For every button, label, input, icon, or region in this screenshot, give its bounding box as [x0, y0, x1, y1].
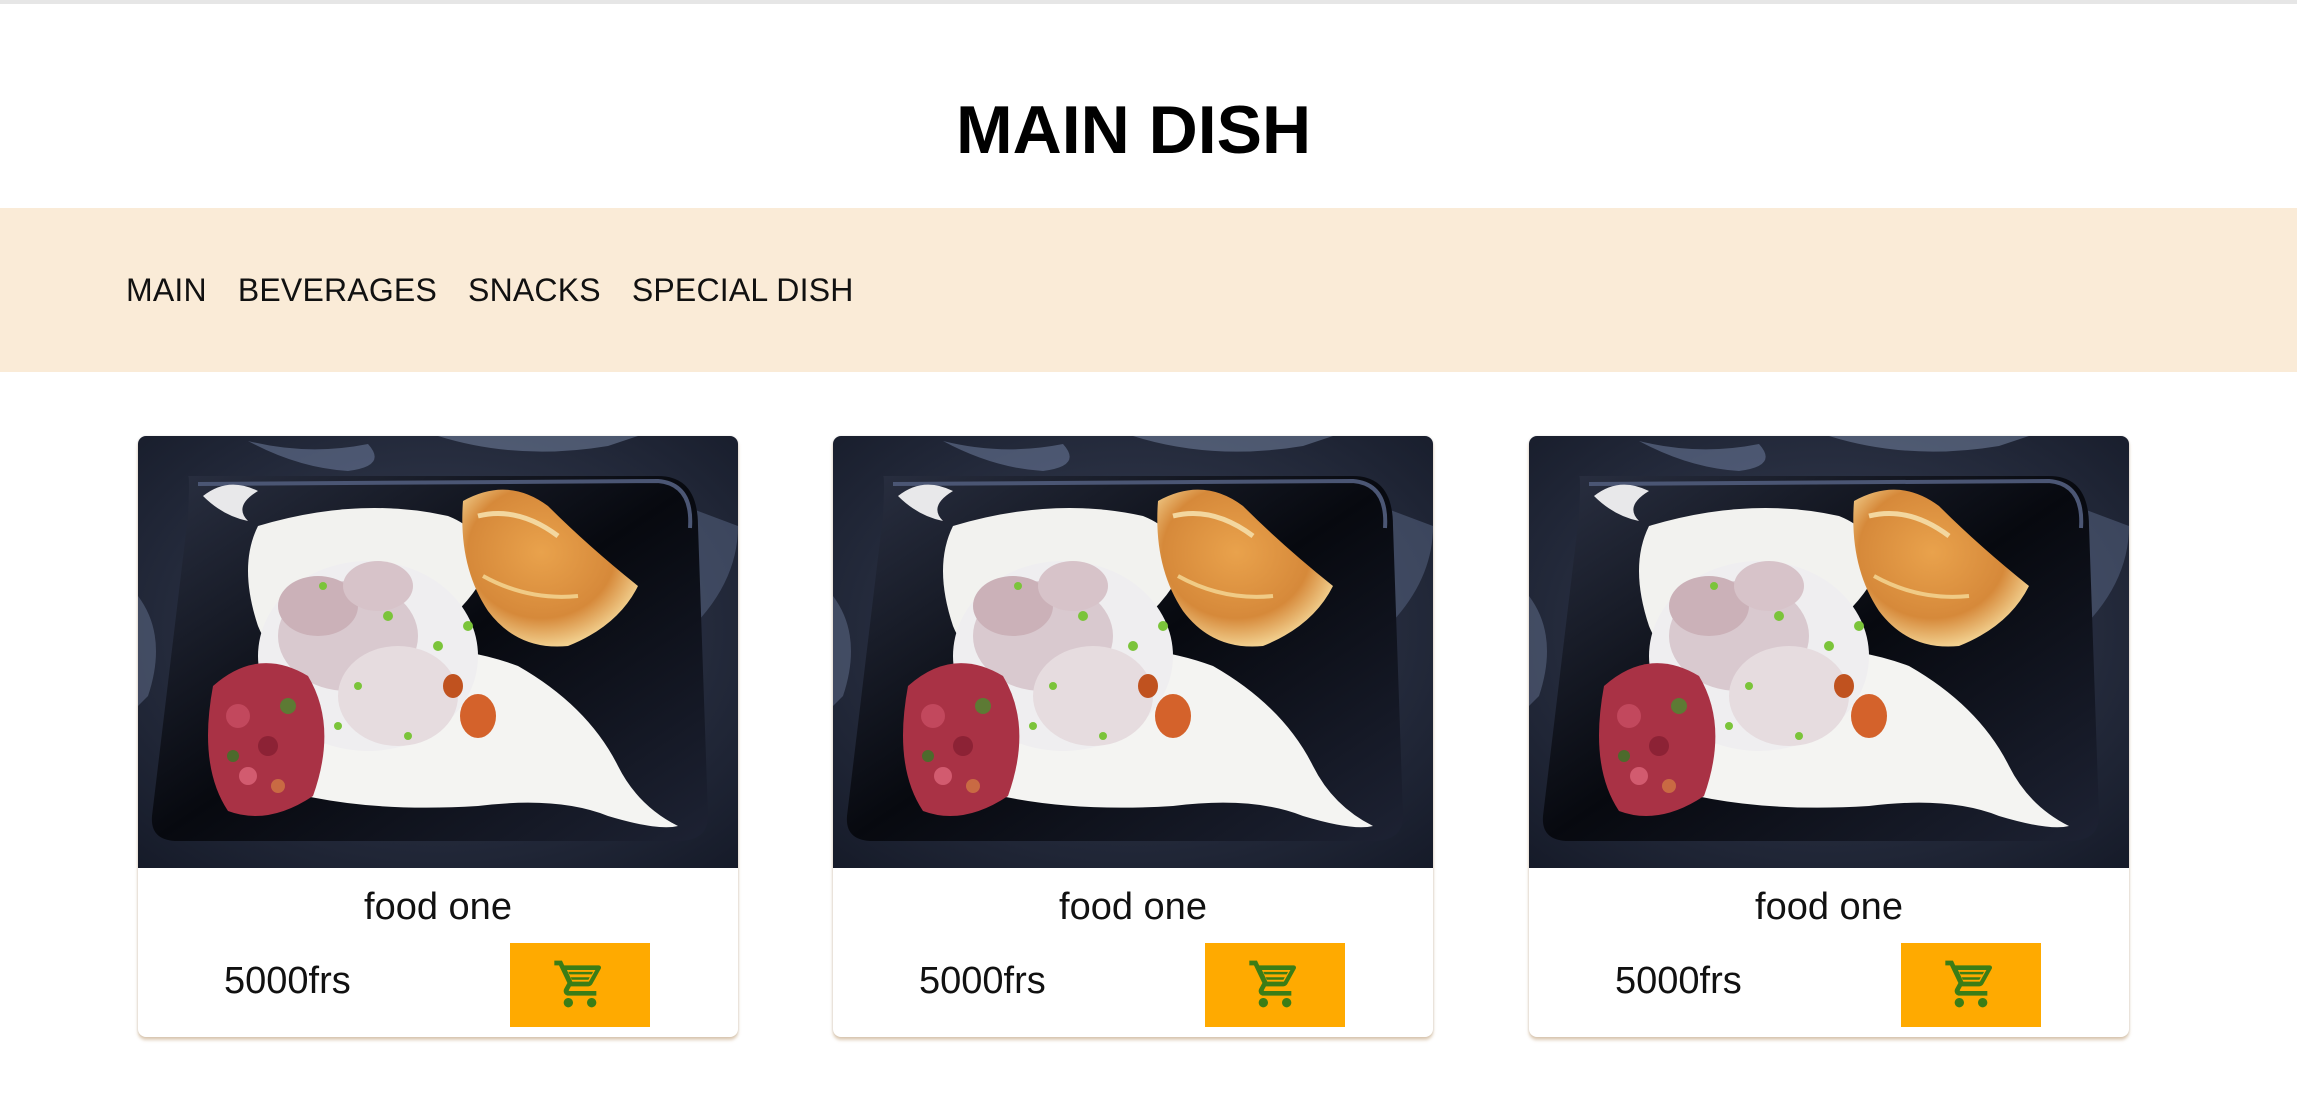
nav-item-snacks[interactable]: SNACKS	[468, 272, 601, 309]
nav-item-main[interactable]: MAIN	[126, 272, 207, 309]
food-image	[833, 436, 1433, 868]
add-to-cart-button[interactable]	[1901, 943, 2041, 1027]
category-nav: MAIN BEVERAGES SNACKS SPECIAL DISH	[0, 208, 2297, 372]
product-name: food one	[364, 886, 512, 928]
product-card: food one 5000frs	[833, 436, 1433, 1037]
product-name: food one	[1755, 886, 1903, 928]
add-to-cart-button[interactable]	[1205, 943, 1345, 1027]
product-price: 5000frs	[224, 960, 351, 1002]
product-price: 5000frs	[1615, 960, 1742, 1002]
product-card: food one 5000frs	[138, 436, 738, 1037]
product-name: food one	[1059, 886, 1207, 928]
food-image	[1529, 436, 2129, 868]
cart-icon	[1943, 956, 1999, 1015]
food-image	[138, 436, 738, 868]
page-title: MAIN DISH	[955, 92, 1312, 168]
nav-item-special-dish[interactable]: SPECIAL DISH	[632, 272, 854, 309]
nav-item-beverages[interactable]: BEVERAGES	[238, 272, 437, 309]
cart-icon	[552, 956, 608, 1015]
product-price: 5000frs	[919, 960, 1046, 1002]
product-card: food one 5000frs	[1529, 436, 2129, 1037]
category-nav-list: MAIN BEVERAGES SNACKS SPECIAL DISH	[126, 208, 885, 372]
add-to-cart-button[interactable]	[510, 943, 650, 1027]
cart-icon	[1247, 956, 1303, 1015]
top-divider	[0, 0, 2297, 4]
